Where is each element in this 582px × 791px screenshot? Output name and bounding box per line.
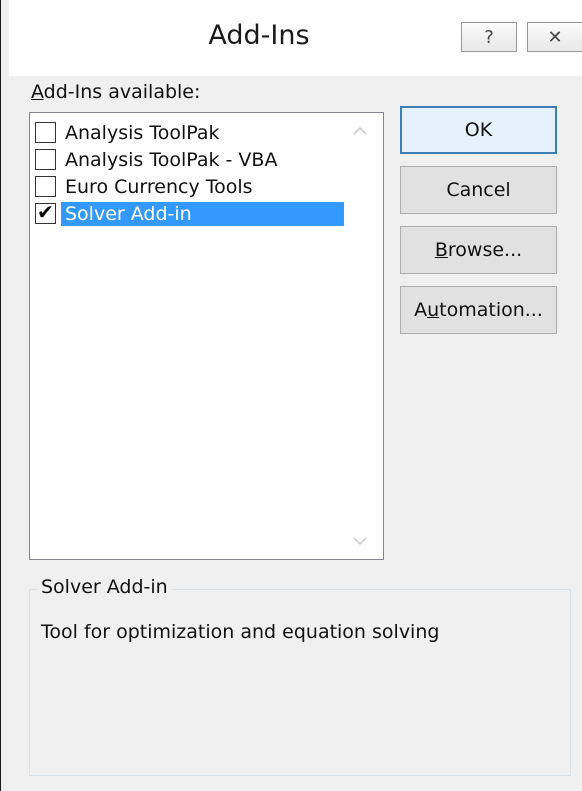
access-key: A	[31, 81, 44, 103]
dialog-body: Add-Ins available: Analysis ToolPak Anal…	[9, 76, 582, 791]
details-title: Solver Add-in	[37, 576, 172, 598]
cancel-button[interactable]: Cancel	[400, 166, 557, 214]
window-edge	[0, 0, 1, 791]
checkmark-icon: ✔	[37, 200, 54, 224]
list-item-label: Analysis ToolPak	[65, 121, 220, 144]
window-left-border	[0, 0, 9, 791]
label-text: A	[414, 299, 428, 321]
automation-button-label: Automation...	[414, 299, 543, 321]
details-groupbox	[29, 589, 571, 776]
help-icon: ?	[484, 26, 494, 48]
checkbox[interactable]	[35, 149, 56, 170]
scroll-down-arrow-icon[interactable]	[350, 531, 370, 551]
checkbox-checked[interactable]: ✔	[35, 200, 56, 224]
list-item-euro-currency-tools[interactable]: Euro Currency Tools	[35, 173, 257, 200]
list-item-label-selected: Solver Add-in	[61, 201, 344, 226]
add-ins-listbox[interactable]: Analysis ToolPak Analysis ToolPak - VBA …	[29, 112, 384, 560]
label-text: rowse...	[447, 239, 523, 261]
ok-button-label: OK	[464, 119, 493, 141]
details-description: Tool for optimization and equation solvi…	[41, 621, 440, 643]
dialog-title: Add-Ins	[208, 20, 310, 51]
list-item-label: Analysis ToolPak - VBA	[65, 148, 278, 171]
close-button[interactable]: ✕	[527, 22, 582, 52]
browse-button[interactable]: Browse...	[400, 226, 557, 274]
scroll-up-arrow-icon[interactable]	[350, 121, 370, 141]
label-text: tomation...	[439, 299, 543, 321]
add-ins-dialog: Add-Ins ? ✕ Add-Ins available: Analysis …	[0, 0, 582, 791]
list-item-analysis-toolpak-vba[interactable]: Analysis ToolPak - VBA	[35, 146, 281, 173]
label-text: dd-Ins available:	[43, 81, 201, 103]
add-ins-available-label: Add-Ins available:	[31, 81, 200, 103]
checkbox[interactable]	[35, 122, 56, 143]
help-button[interactable]: ?	[461, 22, 517, 52]
browse-button-label: Browse...	[435, 239, 522, 261]
list-item-label: Euro Currency Tools	[65, 175, 253, 198]
cancel-button-label: Cancel	[446, 179, 511, 201]
list-item-solver-add-in[interactable]: ✔ Solver Add-in	[35, 200, 344, 227]
title-bar[interactable]: Add-Ins ? ✕	[9, 0, 582, 76]
access-key: u	[427, 299, 440, 321]
checkbox[interactable]	[35, 176, 56, 197]
close-icon: ✕	[547, 26, 563, 48]
automation-button[interactable]: Automation...	[400, 286, 557, 334]
list-item-analysis-toolpak[interactable]: Analysis ToolPak	[35, 119, 223, 146]
ok-button[interactable]: OK	[400, 106, 557, 154]
access-key: B	[434, 239, 448, 261]
